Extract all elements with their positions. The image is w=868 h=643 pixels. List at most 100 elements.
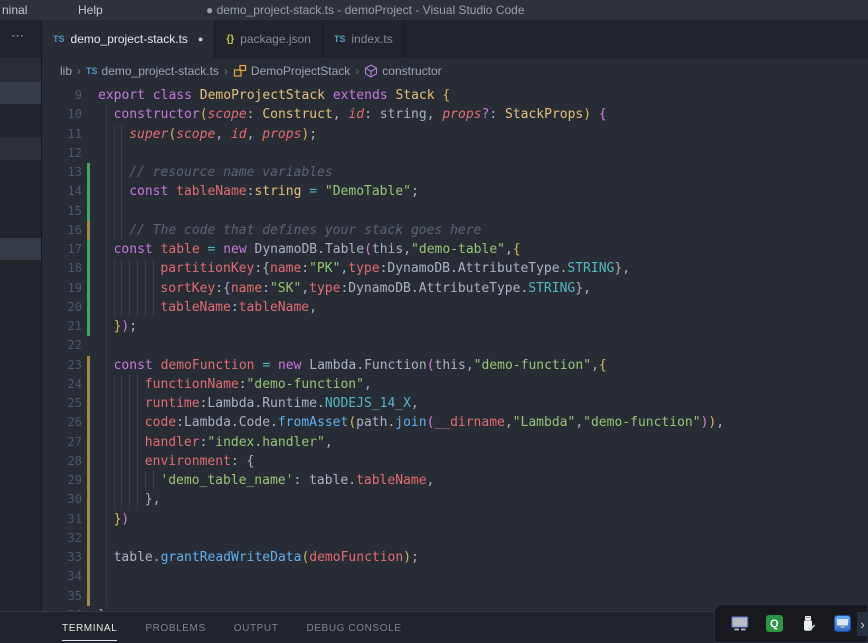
modified-dot-icon[interactable]: ● [198,34,203,44]
indent-guide [137,375,138,394]
method-symbol-icon [364,64,378,78]
editor-tab-index.ts[interactable]: TSindex.ts [323,20,405,58]
indent-guide [114,433,115,452]
indent-guide [106,202,107,221]
editor-code-area[interactable]: 9export class DemoProjectStack extends S… [42,84,868,611]
code-line: 13// resource name variables [42,163,868,182]
chevron-right-icon[interactable]: › [857,612,868,636]
line-number: 30 [42,490,82,509]
display-monitor-icon[interactable] [731,616,749,631]
indent-guide [121,471,122,490]
breadcrumb: lib › TS demo_project-stack.ts › DemoPro… [42,58,868,84]
indent-guide [145,298,146,317]
code-text: 'demo_table_name': table.tableName, [160,471,434,490]
sidebar-sliver-row-highlight [0,82,41,104]
tab-label: index.ts [351,32,392,46]
indent-guide [129,375,130,394]
line-number: 19 [42,279,82,298]
code-text: // resource name variables [129,163,333,182]
panel-tab-terminal[interactable]: TERMINAL [62,615,117,641]
gutter-modified-bar [87,567,90,586]
sidebar-sliver-row-highlight [0,238,41,260]
code-text: code:Lambda.Code.fromAsset(path.join(__d… [145,413,724,432]
editor-actions-overflow[interactable]: ⋯ [11,28,25,44]
indent-guide [121,394,122,413]
code-line: 17const table = new DynamoDB.Table(this,… [42,240,868,259]
panel-tab-problems[interactable]: PROBLEMS [145,615,205,640]
indent-guide [137,298,138,317]
indent-guide [121,182,122,201]
indent-guide [129,452,130,471]
indent-guide [114,221,115,240]
breadcrumb-item-class[interactable]: DemoProjectStack [233,64,350,78]
indent-guide [106,375,107,394]
gutter-added-bar [87,182,90,201]
indent-guide [137,452,138,471]
indent-guide [145,471,146,490]
code-text: functionName:"demo-function", [145,375,372,394]
remote-desktop-icon[interactable] [834,615,851,632]
code-line: 20tableName:tableName, [42,298,868,317]
code-line: 32 [42,529,868,548]
line-number: 10 [42,105,82,124]
indent-guide [106,413,107,432]
code-text: }); [114,317,137,336]
code-line: 23const demoFunction = new Lambda.Functi… [42,356,868,375]
editor-tab-package.json[interactable]: {}package.json [215,20,323,58]
indent-guide [121,125,122,144]
gutter-added-bar [87,240,90,259]
indent-guide [106,105,107,124]
indent-guide [153,279,154,298]
code-text: }, [145,490,161,509]
indent-guide [114,375,115,394]
gutter-added-bar [87,163,90,182]
breadcrumb-item-lib[interactable]: lib [60,64,72,78]
indent-guide [114,452,115,471]
sidebar-sliver-row [0,104,41,138]
usb-drive-check-icon[interactable] [799,615,817,633]
line-number: 27 [42,433,82,452]
indent-guide [129,298,130,317]
code-line: 15 [42,202,868,221]
code-line: 10constructor(scope: Construct, id: stri… [42,105,868,124]
gutter-modified-bar [87,356,90,375]
indent-guide [114,471,115,490]
code-line: 24functionName:"demo-function", [42,375,868,394]
tab-label: demo_project-stack.ts [71,32,188,46]
code-text: environment: { [145,452,255,471]
code-line: 14const tableName:string = "DemoTable"; [42,182,868,201]
indent-guide [106,182,107,201]
panel-tab-output[interactable]: OUTPUT [234,615,279,640]
code-line: 18partitionKey:{name:"PK",type:DynamoDB.… [42,259,868,278]
code-line: 11super(scope, id, props); [42,125,868,144]
indent-guide [145,279,146,298]
system-tray-overlay: Q [714,604,868,643]
indent-guide [121,375,122,394]
tab-label: package.json [240,32,311,46]
editor-tabbar: TSdemo_project-stack.ts●{}package.jsonTS… [42,20,868,58]
menu-terminal-partial[interactable]: ninal [2,3,27,17]
code-text: sortKey:{name:"SK",type:DynamoDB.Attribu… [160,279,591,298]
indent-guide [121,413,122,432]
indent-guide [106,471,107,490]
titlebar: ninal Help ● demo_project-stack.ts - dem… [0,0,868,20]
code-line: 35 [42,587,868,606]
q-app-icon[interactable]: Q [766,615,783,632]
gutter-modified-bar [87,548,90,567]
code-text: export class DemoProjectStack extends St… [98,86,450,105]
gutter-modified-bar [87,490,90,509]
panel-tab-debug-console[interactable]: DEBUG CONSOLE [306,615,401,640]
editor-tab-demo_project-stack.ts[interactable]: TSdemo_project-stack.ts● [42,20,215,58]
line-number: 25 [42,394,82,413]
code-line: 33table.grantReadWriteData(demoFunction)… [42,548,868,567]
breadcrumb-item-constructor[interactable]: constructor [364,64,441,78]
indent-guide [114,394,115,413]
gutter-added-bar [87,317,90,336]
code-text: handler:"index.handler", [145,433,333,452]
menu-help[interactable]: Help [78,3,103,17]
indent-guide [106,394,107,413]
indent-guide [129,279,130,298]
sidebar-sliver-row [0,58,41,82]
line-number: 34 [42,567,82,586]
breadcrumb-item-file[interactable]: TS demo_project-stack.ts [86,64,219,78]
